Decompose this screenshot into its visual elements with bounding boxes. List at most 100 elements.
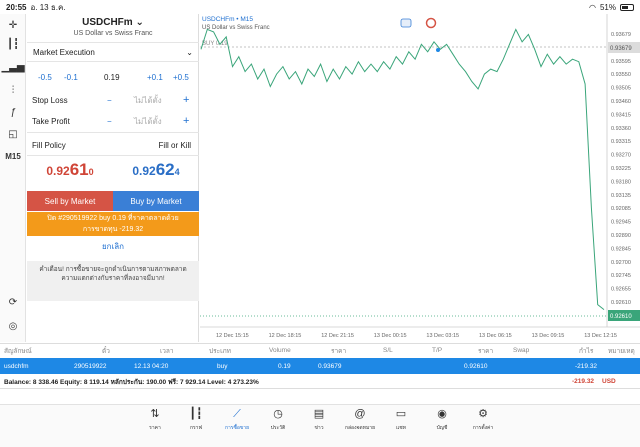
price-tick-label: 0.92890: [611, 233, 631, 239]
col-type: ประเภท: [209, 347, 231, 355]
nav-label: แชท: [396, 425, 406, 431]
col-time: เวลา: [160, 347, 174, 355]
bid-price: 0.92 61 0: [27, 160, 113, 186]
indicators-icon[interactable]: ⫶: [0, 82, 26, 98]
nav-news[interactable]: ▤ ข่าว: [299, 407, 339, 432]
price-tick-label: 0.92700: [611, 260, 631, 266]
volume-plus-05[interactable]: +0.5: [173, 73, 189, 82]
table-row[interactable]: usdchfm 290519922 12.13 04:20 buy 0.19 0…: [0, 358, 640, 374]
price-tick-label: 0.93415: [611, 112, 631, 118]
chart-icon: ┃┇: [189, 408, 203, 420]
chat-icon: ▭: [395, 408, 407, 420]
take-profit-plus[interactable]: +: [183, 115, 189, 127]
refresh-icon[interactable]: ⟳: [0, 294, 26, 310]
take-profit-field[interactable]: ไม่ได้ตั้ง: [134, 115, 162, 128]
take-profit-minus[interactable]: −: [107, 117, 112, 126]
price-tick-label: 0.93315: [611, 139, 631, 145]
price-series-line: [200, 28, 605, 310]
col-tp: T/P: [432, 347, 443, 354]
mail-icon: @: [354, 408, 366, 420]
status-right: ◠ 51%: [589, 3, 634, 12]
col-comment: หมายเหตุ: [608, 347, 635, 355]
chevron-down-icon: ⌄: [186, 47, 193, 57]
col-symbol: สัญลักษณ์: [4, 347, 32, 355]
close-position-button[interactable]: ปิด #290519922 buy 0.19 ที่ราคาตลาดด้วย …: [27, 212, 199, 236]
nav-label: บัญชี: [436, 425, 448, 431]
status-time: 20:55: [6, 2, 27, 12]
nav-trade[interactable]: ⟋ การซื้อขาย: [217, 407, 257, 432]
time-tick-label: 13 Dec 06:15: [479, 333, 512, 339]
price-tick-label: 0.93595: [611, 59, 631, 65]
divider: [27, 155, 199, 156]
nav-quotes[interactable]: ⇅ ราคา: [135, 407, 175, 432]
quotes-icon: ⇅: [150, 408, 160, 420]
col-current: ราคา: [478, 347, 494, 355]
nav-label: ข่าว: [314, 425, 324, 431]
symbol-selector[interactable]: USDCHFm ⌄: [27, 17, 199, 28]
row-symbol: usdchfm: [4, 362, 29, 370]
crosshair-icon[interactable]: ✛: [0, 17, 26, 33]
time-tick-label: 13 Dec 09:15: [532, 333, 565, 339]
function-icon[interactable]: ƒ: [0, 104, 26, 120]
buy-line-label: BUY 0.19: [202, 41, 228, 47]
volume-value[interactable]: 0.19: [104, 73, 120, 82]
nav-chart[interactable]: ┃┇ กราฟ: [176, 407, 216, 432]
col-price: ราคา: [331, 347, 347, 355]
volume-minus-01[interactable]: -0.1: [64, 73, 78, 82]
stop-loss-plus[interactable]: +: [183, 94, 189, 106]
nav-chat[interactable]: ▭ แชท: [381, 407, 421, 432]
col-ticket: ตั๋ว: [102, 347, 110, 355]
divider: [27, 42, 199, 43]
timeframe-button[interactable]: M15: [0, 148, 26, 164]
fill-policy-value: Fill or Kill: [158, 140, 191, 150]
price-tick-label: 0.93550: [611, 72, 631, 78]
execution-type-select[interactable]: Market Execution ⌄: [27, 44, 199, 60]
trading-icon[interactable]: ◎: [0, 318, 26, 334]
entry-price-label: 0.93679: [610, 46, 632, 52]
bar-chart-icon[interactable]: ▁▃▅: [0, 59, 26, 75]
one-click-trading-icon[interactable]: [400, 18, 412, 28]
nav-settings[interactable]: ⚙ การตั้งค่า: [463, 407, 503, 432]
take-profit-row: Take Profit − ไม่ได้ตั้ง +: [27, 114, 199, 128]
nav-label: ราคา: [149, 425, 161, 431]
buy-by-market-button[interactable]: Buy by Market: [113, 191, 199, 211]
nav-account[interactable]: ◉ บัญชี: [422, 407, 462, 432]
sell-by-market-button[interactable]: Sell by Market: [27, 191, 113, 211]
row-type: buy: [217, 362, 228, 370]
stop-loss-minus[interactable]: −: [107, 96, 112, 105]
ask-price: 0.92 62 4: [113, 160, 199, 186]
objects-icon[interactable]: ◱: [0, 126, 26, 142]
volume-plus-01[interactable]: +0.1: [147, 73, 163, 82]
divider: [27, 132, 199, 133]
ask-price-main: 0.92: [132, 164, 156, 178]
price-tick-label: 0.92945: [611, 220, 631, 226]
time-tick-label: 13 Dec 12:15: [584, 333, 617, 339]
candlestick-icon[interactable]: ┃┇: [0, 36, 26, 52]
price-tick-label: 0.92655: [611, 287, 631, 293]
nav-history[interactable]: ◷ ประวัติ: [258, 407, 298, 432]
stop-loss-field[interactable]: ไม่ได้ตั้ง: [134, 94, 162, 107]
settings-icon: ⚙: [478, 408, 488, 420]
nav-mail[interactable]: @ กล่องจดหมาย: [340, 407, 380, 432]
warning-message: คำเตือน! การซื้อขายจะถูกดำเนินการตามสภาพ…: [27, 261, 199, 301]
news-icon: ▤: [313, 408, 325, 420]
row-time: 12.13 04:20: [134, 362, 169, 370]
fill-policy-row[interactable]: Fill Policy Fill or Kill: [27, 138, 199, 152]
volume-minus-05[interactable]: -0.5: [38, 73, 52, 82]
divider: [27, 61, 199, 62]
price-chart[interactable]: USDCHFm • M15 US Dollar vs Swiss Franc B…: [200, 14, 640, 342]
wifi-icon: ◠: [589, 2, 596, 12]
row-profit: -219.32: [575, 362, 598, 370]
entry-marker: [436, 48, 440, 52]
price-tick-label: 0.93135: [611, 193, 631, 199]
volume-stepper: -0.5 -0.1 0.19 +0.1 +0.5: [27, 70, 199, 84]
time-tick-label: 12 Dec 21:15: [321, 333, 354, 339]
history-icon: ◷: [273, 408, 283, 420]
nav-label: การตั้งค่า: [472, 425, 494, 431]
chart-symbol-tf: USDCHFm • M15: [202, 16, 253, 23]
alert-icon[interactable]: [425, 17, 437, 29]
chart-svg: USDCHFm • M15 US Dollar vs Swiss Franc B…: [200, 14, 640, 339]
cancel-button[interactable]: ยกเลิก: [27, 240, 199, 256]
time-tick-label: 12 Dec 18:15: [269, 333, 302, 339]
status-bar: 20:55 อ. 13 ธ.ค. ◠ 51%: [0, 0, 640, 14]
